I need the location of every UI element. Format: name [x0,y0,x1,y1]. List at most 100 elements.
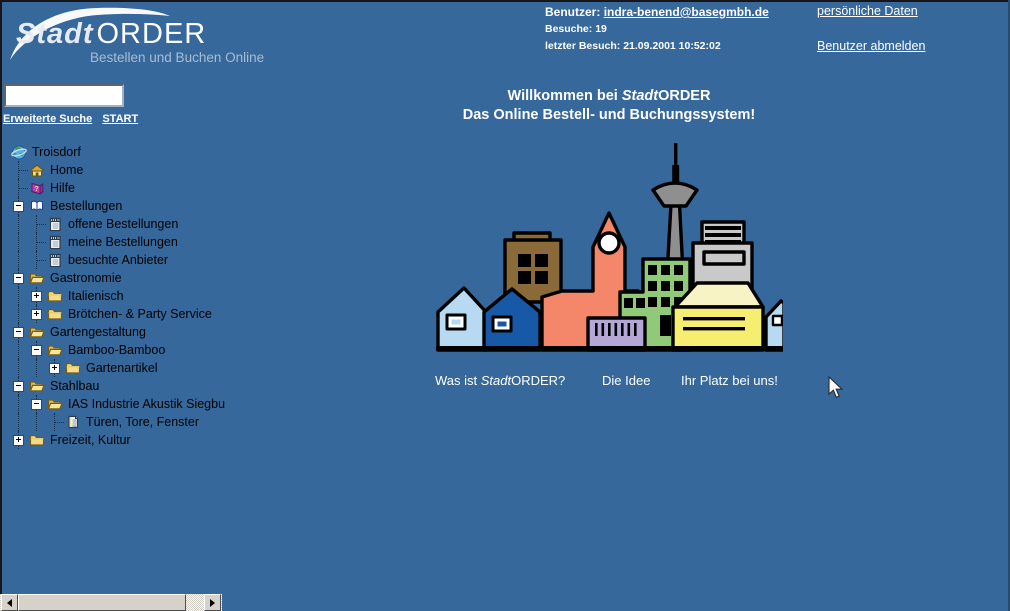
tree-item[interactable]: Gartenartikel [10,359,310,377]
collapse-box-icon[interactable] [13,327,24,338]
tree-item[interactable]: Stahlbau [10,377,310,395]
tree-item[interactable]: besuchte Anbieter [10,251,310,269]
tree-connector [28,215,46,233]
tree-item-label[interactable]: Troisdorf [32,145,81,159]
scroll-left-arrow-icon [3,599,12,607]
tree-item[interactable]: IAS Industrie Akustik Siegbu [10,395,310,413]
notepad-icon [46,234,64,250]
tree-item[interactable]: meine Bestellungen [10,233,310,251]
tree-item-label[interactable]: Bestellungen [50,199,122,213]
tree-guide-line [10,413,28,431]
tree-connector [28,287,46,305]
tree-item-label[interactable]: offene Bestellungen [68,217,178,231]
tree-item[interactable]: Italienisch [10,287,310,305]
expand-box-icon[interactable] [31,291,42,302]
collapse-box-icon[interactable] [13,381,24,392]
nav-tree: Troisdorf Home? Hilfe Bestellungen offene Be… [10,143,310,449]
tree-guide-line [10,359,28,377]
collapse-box-icon[interactable] [13,201,24,212]
tree-item-label[interactable]: Brötchen- & Party Service [68,307,212,321]
tree-item-label[interactable]: Home [50,163,83,177]
tree-guide-line [10,233,28,251]
tree-item[interactable]: Türen, Tore, Fenster [10,413,310,431]
collapse-box-icon[interactable] [13,273,24,284]
tree-item-label[interactable]: Türen, Tore, Fenster [86,415,199,429]
folder-open-icon [28,378,46,394]
tree-guide-line [10,287,28,305]
tree-guide-line [10,215,28,233]
home-icon [28,162,46,178]
tree-item[interactable]: Home [10,161,310,179]
scroll-right-button[interactable] [204,594,221,611]
tree-item[interactable]: offene Bestellungen [10,215,310,233]
tree-item-label[interactable]: Bamboo-Bamboo [68,343,165,357]
tree-item-label[interactable]: meine Bestellungen [68,235,178,249]
die-idee-link[interactable]: Die Idee [602,373,650,388]
tree-item-label[interactable]: Italienisch [68,289,124,303]
tree-guide-line [10,395,28,413]
user-email-link[interactable]: indra-benend@basegmbh.de [604,5,769,19]
last-visit-label: letzter Besuch: [545,40,620,52]
tree-item[interactable]: Gartengestaltung [10,323,310,341]
folder-open-icon [46,396,64,412]
personal-data-link[interactable]: persönliche Daten [817,4,918,18]
search-links: Erweiterte Suche START [3,113,145,125]
tree-item-label[interactable]: Hilfe [50,181,75,195]
tree-item-label[interactable]: Gartengestaltung [50,325,146,339]
right-partial-house [766,301,783,350]
ihr-platz-link[interactable]: Ihr Platz bei uns! [681,373,778,388]
scrollbar-thumb[interactable] [18,594,186,611]
tree-connector [10,197,28,215]
tree-connector [10,179,28,197]
tree-item[interactable]: Brötchen- & Party Service [10,305,310,323]
tree-connector [28,251,46,269]
tree-item[interactable]: Troisdorf [10,143,310,161]
cityscape-illustration [435,141,783,352]
tree-connector [10,161,28,179]
visits-label: Besuche: [545,23,592,35]
logout-link[interactable]: Benutzer abmelden [817,39,925,53]
horizontal-scrollbar[interactable] [0,594,222,611]
welcome-line1: Willkommen bei StadtORDER [428,87,790,106]
tree-item[interactable]: Bamboo-Bamboo [10,341,310,359]
welcome-line2: Das Online Bestell- und Buchungssystem! [428,106,790,125]
mouse-cursor-icon [827,376,845,400]
expand-box-icon[interactable] [49,363,60,374]
notepad-icon [46,252,64,268]
tree-item-label[interactable]: IAS Industrie Akustik Siegbu [68,397,225,411]
folder-open-icon [46,342,64,358]
user-label: Benutzer: [545,5,600,19]
scroll-right-arrow-icon [210,599,219,607]
tree-connector [28,341,46,359]
last-visit-value: 21.09.2001 10:52:02 [623,40,721,52]
folder-closed-icon [46,306,64,322]
tree-connector [28,305,46,323]
collapse-box-icon[interactable] [31,399,42,410]
advanced-search-link[interactable]: Erweiterte Suche [3,113,92,125]
expand-box-icon[interactable] [13,435,24,446]
tree-item-label[interactable]: besuchte Anbieter [68,253,168,267]
tree-item[interactable]: ? Hilfe [10,179,310,197]
tree-item-label[interactable]: Gastronomie [50,271,122,285]
tree-connector [46,359,64,377]
user-line: Benutzer: indra-benend@basegmbh.de [545,5,769,19]
what-is-stadtorder-link[interactable]: Was ist StadtORDER? [435,373,565,388]
tree-guide-line [10,305,28,323]
search-start-link[interactable]: START [102,113,138,125]
collapse-box-icon[interactable] [31,345,42,356]
purple-building [588,318,645,350]
tree-item-label[interactable]: Freizeit, Kultur [50,433,131,447]
help-book-icon: ? [28,180,46,196]
search-input[interactable] [4,84,124,107]
brand-tagline: Bestellen und Buchen Online [90,50,264,65]
yellow-building [673,283,763,350]
window-border-left [0,0,2,611]
scroll-left-button[interactable] [1,594,18,611]
expand-box-icon[interactable] [31,309,42,320]
tree-item[interactable]: Freizeit, Kultur [10,431,310,449]
tree-item[interactable]: Bestellungen [10,197,310,215]
tree-item-label[interactable]: Gartenartikel [86,361,158,375]
tree-connector [28,395,46,413]
tree-item[interactable]: Gastronomie [10,269,310,287]
tree-item-label[interactable]: Stahlbau [50,379,99,393]
